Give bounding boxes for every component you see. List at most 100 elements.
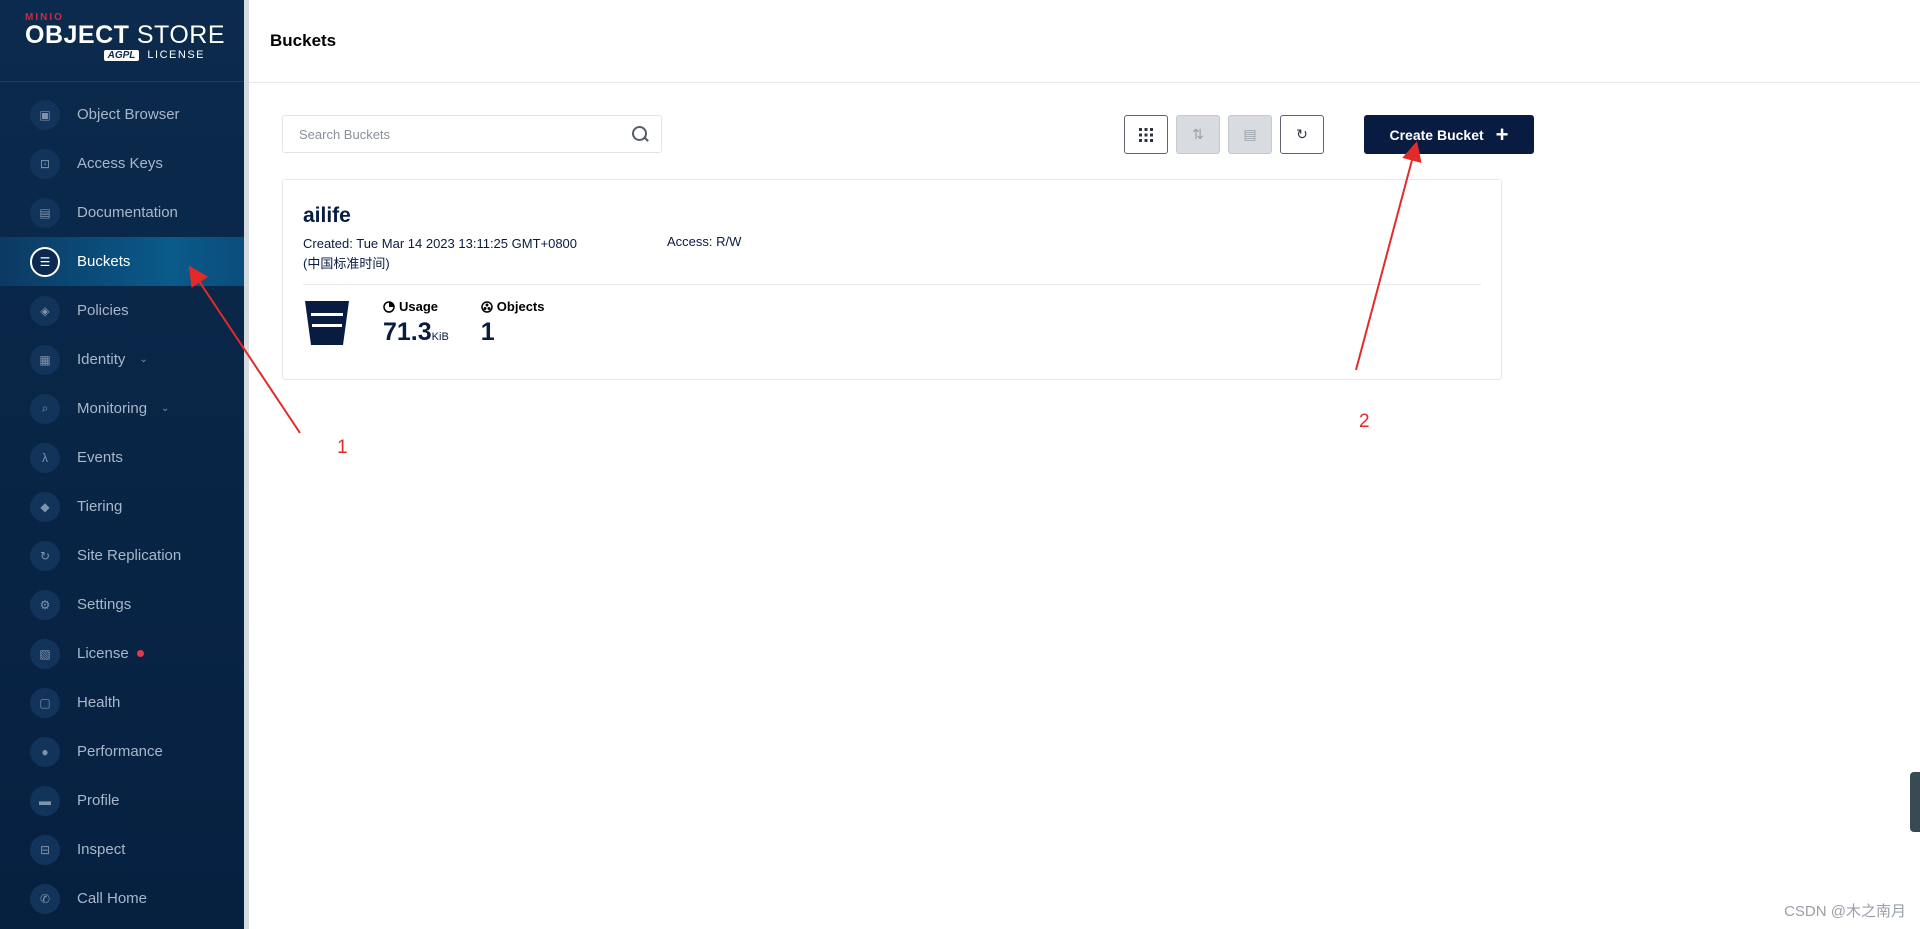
delete-icon: ▤: [1243, 126, 1257, 142]
search-icon[interactable]: [631, 125, 649, 143]
search-box: [282, 115, 662, 153]
brand-license-row: AGPL LICENSE: [25, 49, 205, 61]
side-widget[interactable]: [1910, 772, 1920, 832]
bucket-icon: ☰: [30, 246, 60, 277]
card-divider: [303, 284, 1481, 285]
usage-header: Usage: [383, 299, 449, 314]
magnifier-icon: ⌕: [30, 393, 60, 424]
sidebar-item-settings[interactable]: ⚙ Settings: [0, 580, 244, 629]
grid-icon: [1139, 127, 1153, 142]
usage-stat: Usage 71.3KiB: [383, 299, 449, 347]
objects-stat: Objects 1: [481, 299, 545, 347]
watermark: CSDN @木之南月: [1784, 903, 1906, 920]
create-bucket-button[interactable]: Create Bucket +: [1364, 115, 1534, 154]
objects-label: Objects: [496, 299, 545, 314]
sidebar-item-label: Inspect: [77, 841, 126, 858]
sidebar-item-label: Buckets: [77, 253, 131, 270]
sidebar-item-label: License: [77, 645, 129, 662]
sidebar-item-site-replication[interactable]: ↻ Site Replication: [0, 531, 244, 580]
sidebar-item-label: Policies: [77, 302, 129, 319]
shield-icon: ◈: [30, 295, 60, 326]
sidebar-item-label: Tiering: [77, 498, 123, 515]
bucket-created: Created: Tue Mar 14 2023 13:11:25 GMT+08…: [303, 234, 667, 274]
sidebar-item-profile[interactable]: ▬ Profile: [0, 776, 244, 825]
inspect-icon: ⊟: [30, 834, 60, 865]
sidebar-item-documentation[interactable]: ▤ Documentation: [0, 188, 244, 237]
sidebar-item-tiering[interactable]: ◆ Tiering: [0, 482, 244, 531]
bucket-name[interactable]: ailife: [303, 204, 1481, 228]
sidebar-item-label: Performance: [77, 743, 163, 760]
sidebar-item-label: Settings: [77, 596, 132, 613]
brand-license: LICENSE: [147, 49, 205, 61]
lambda-icon: λ: [30, 442, 60, 473]
bucket-meta: Created: Tue Mar 14 2023 13:11:25 GMT+08…: [303, 234, 1481, 274]
phone-icon: ✆: [30, 883, 60, 914]
create-bucket-label: Create Bucket: [1389, 126, 1484, 143]
sidebar-nav: ▣ Object Browser ⊡ Access Keys ▤ Documen…: [0, 82, 244, 923]
documentation-icon: ▤: [30, 197, 60, 228]
objects-header: Objects: [481, 299, 545, 314]
delete-bucket-button[interactable]: ▤: [1228, 115, 1272, 154]
sidebar-item-label: Events: [77, 449, 123, 466]
objects-value: 1: [480, 318, 495, 346]
search-input[interactable]: [299, 126, 631, 142]
replicate-icon: ⇅: [1192, 126, 1204, 142]
sidebar-item-label: Documentation: [77, 204, 178, 221]
list-view-button[interactable]: [1124, 115, 1168, 154]
chevron-down-icon: ⌄: [139, 354, 148, 365]
sidebar-item-license[interactable]: ▧ License: [0, 629, 244, 678]
page-header: Buckets: [249, 0, 1920, 83]
id-card-icon: ▦: [30, 344, 60, 375]
sidebar-item-label: Site Replication: [77, 547, 182, 564]
sidebar-item-label: Monitoring: [77, 400, 148, 417]
refresh-icon: ↻: [1296, 126, 1308, 142]
license-icon: ▧: [30, 638, 60, 669]
page-title: Buckets: [270, 31, 337, 50]
brand-store: STORE: [136, 21, 226, 49]
sidebar-item-performance[interactable]: ● Performance: [0, 727, 244, 776]
refresh-button[interactable]: ↻: [1280, 115, 1324, 154]
brand-object-store: OBJECT STORE: [25, 21, 244, 49]
usage-value-row: 71.3KiB: [383, 318, 449, 347]
sidebar-item-identity[interactable]: ▦ Identity ⌄: [0, 335, 244, 384]
sidebar-item-buckets[interactable]: ☰ Buckets: [0, 237, 244, 286]
sidebar-item-label: Object Browser: [77, 106, 180, 123]
buckets-toolbar: ⇅ ▤ ↻ Create Bucket +: [282, 115, 1534, 155]
sidebar-item-label: Profile: [77, 792, 120, 809]
brand-object: OBJECT: [25, 21, 130, 49]
sidebar-item-health[interactable]: ▢ Health: [0, 678, 244, 727]
main-content: Buckets ⇅ ▤: [249, 0, 1920, 929]
app-window: MINIO OBJECT STORE AGPL LICENSE ▣ Object…: [0, 0, 1920, 929]
usage-value: 71.3: [383, 318, 432, 346]
annotation-number-2: 2: [1359, 411, 1370, 432]
bucket-access: Access: R/W: [667, 234, 742, 249]
plus-icon: +: [1495, 121, 1509, 147]
bucket-large-icon: [305, 301, 349, 345]
replication-icon: ↻: [30, 540, 60, 571]
bucket-created-timezone: (中国标准时间): [303, 256, 390, 271]
sidebar-item-call-home[interactable]: ✆ Call Home: [0, 874, 244, 923]
sidebar-item-label: Health: [77, 694, 121, 711]
replicate-button[interactable]: ⇅: [1176, 115, 1220, 154]
sidebar-item-object-browser[interactable]: ▣ Object Browser: [0, 90, 244, 139]
pie-chart-icon: [383, 300, 395, 313]
sidebar-item-access-keys[interactable]: ⊡ Access Keys: [0, 139, 244, 188]
annotation-number-1: 1: [337, 437, 348, 458]
access-keys-icon: ⊡: [30, 148, 60, 179]
sidebar-item-policies[interactable]: ◈ Policies: [0, 286, 244, 335]
sidebar-item-label: Call Home: [77, 890, 148, 907]
sidebar-item-inspect[interactable]: ⊟ Inspect: [0, 825, 244, 874]
usage-unit: KiB: [431, 331, 449, 343]
bucket-stats: Usage 71.3KiB Objects 1: [303, 299, 1481, 347]
health-icon: ▢: [30, 687, 60, 718]
chevron-down-icon: ⌄: [161, 403, 170, 414]
bucket-card[interactable]: ailife Created: Tue Mar 14 2023 13:11:25…: [282, 179, 1502, 380]
sidebar-item-monitoring[interactable]: ⌕ Monitoring ⌄: [0, 384, 244, 433]
speedometer-icon: ●: [30, 736, 60, 767]
brand-logo[interactable]: MINIO OBJECT STORE AGPL LICENSE: [0, 0, 244, 82]
objects-icon: [481, 300, 493, 313]
sidebar-item-events[interactable]: λ Events: [0, 433, 244, 482]
gear-icon: ⚙: [30, 589, 60, 620]
bucket-created-date: Created: Tue Mar 14 2023 13:11:25 GMT+08…: [303, 236, 578, 251]
agpl-badge: AGPL: [103, 49, 140, 61]
